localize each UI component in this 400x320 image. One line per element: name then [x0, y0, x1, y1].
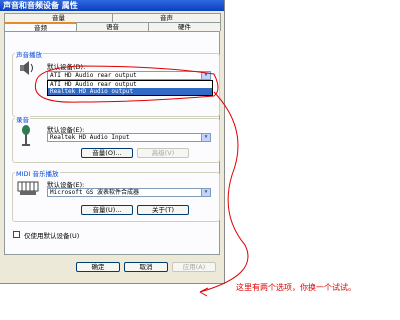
- annotation-note: 这里有两个选项，你换一个试试。: [236, 283, 356, 292]
- red-annotation-loop: [34, 65, 249, 297]
